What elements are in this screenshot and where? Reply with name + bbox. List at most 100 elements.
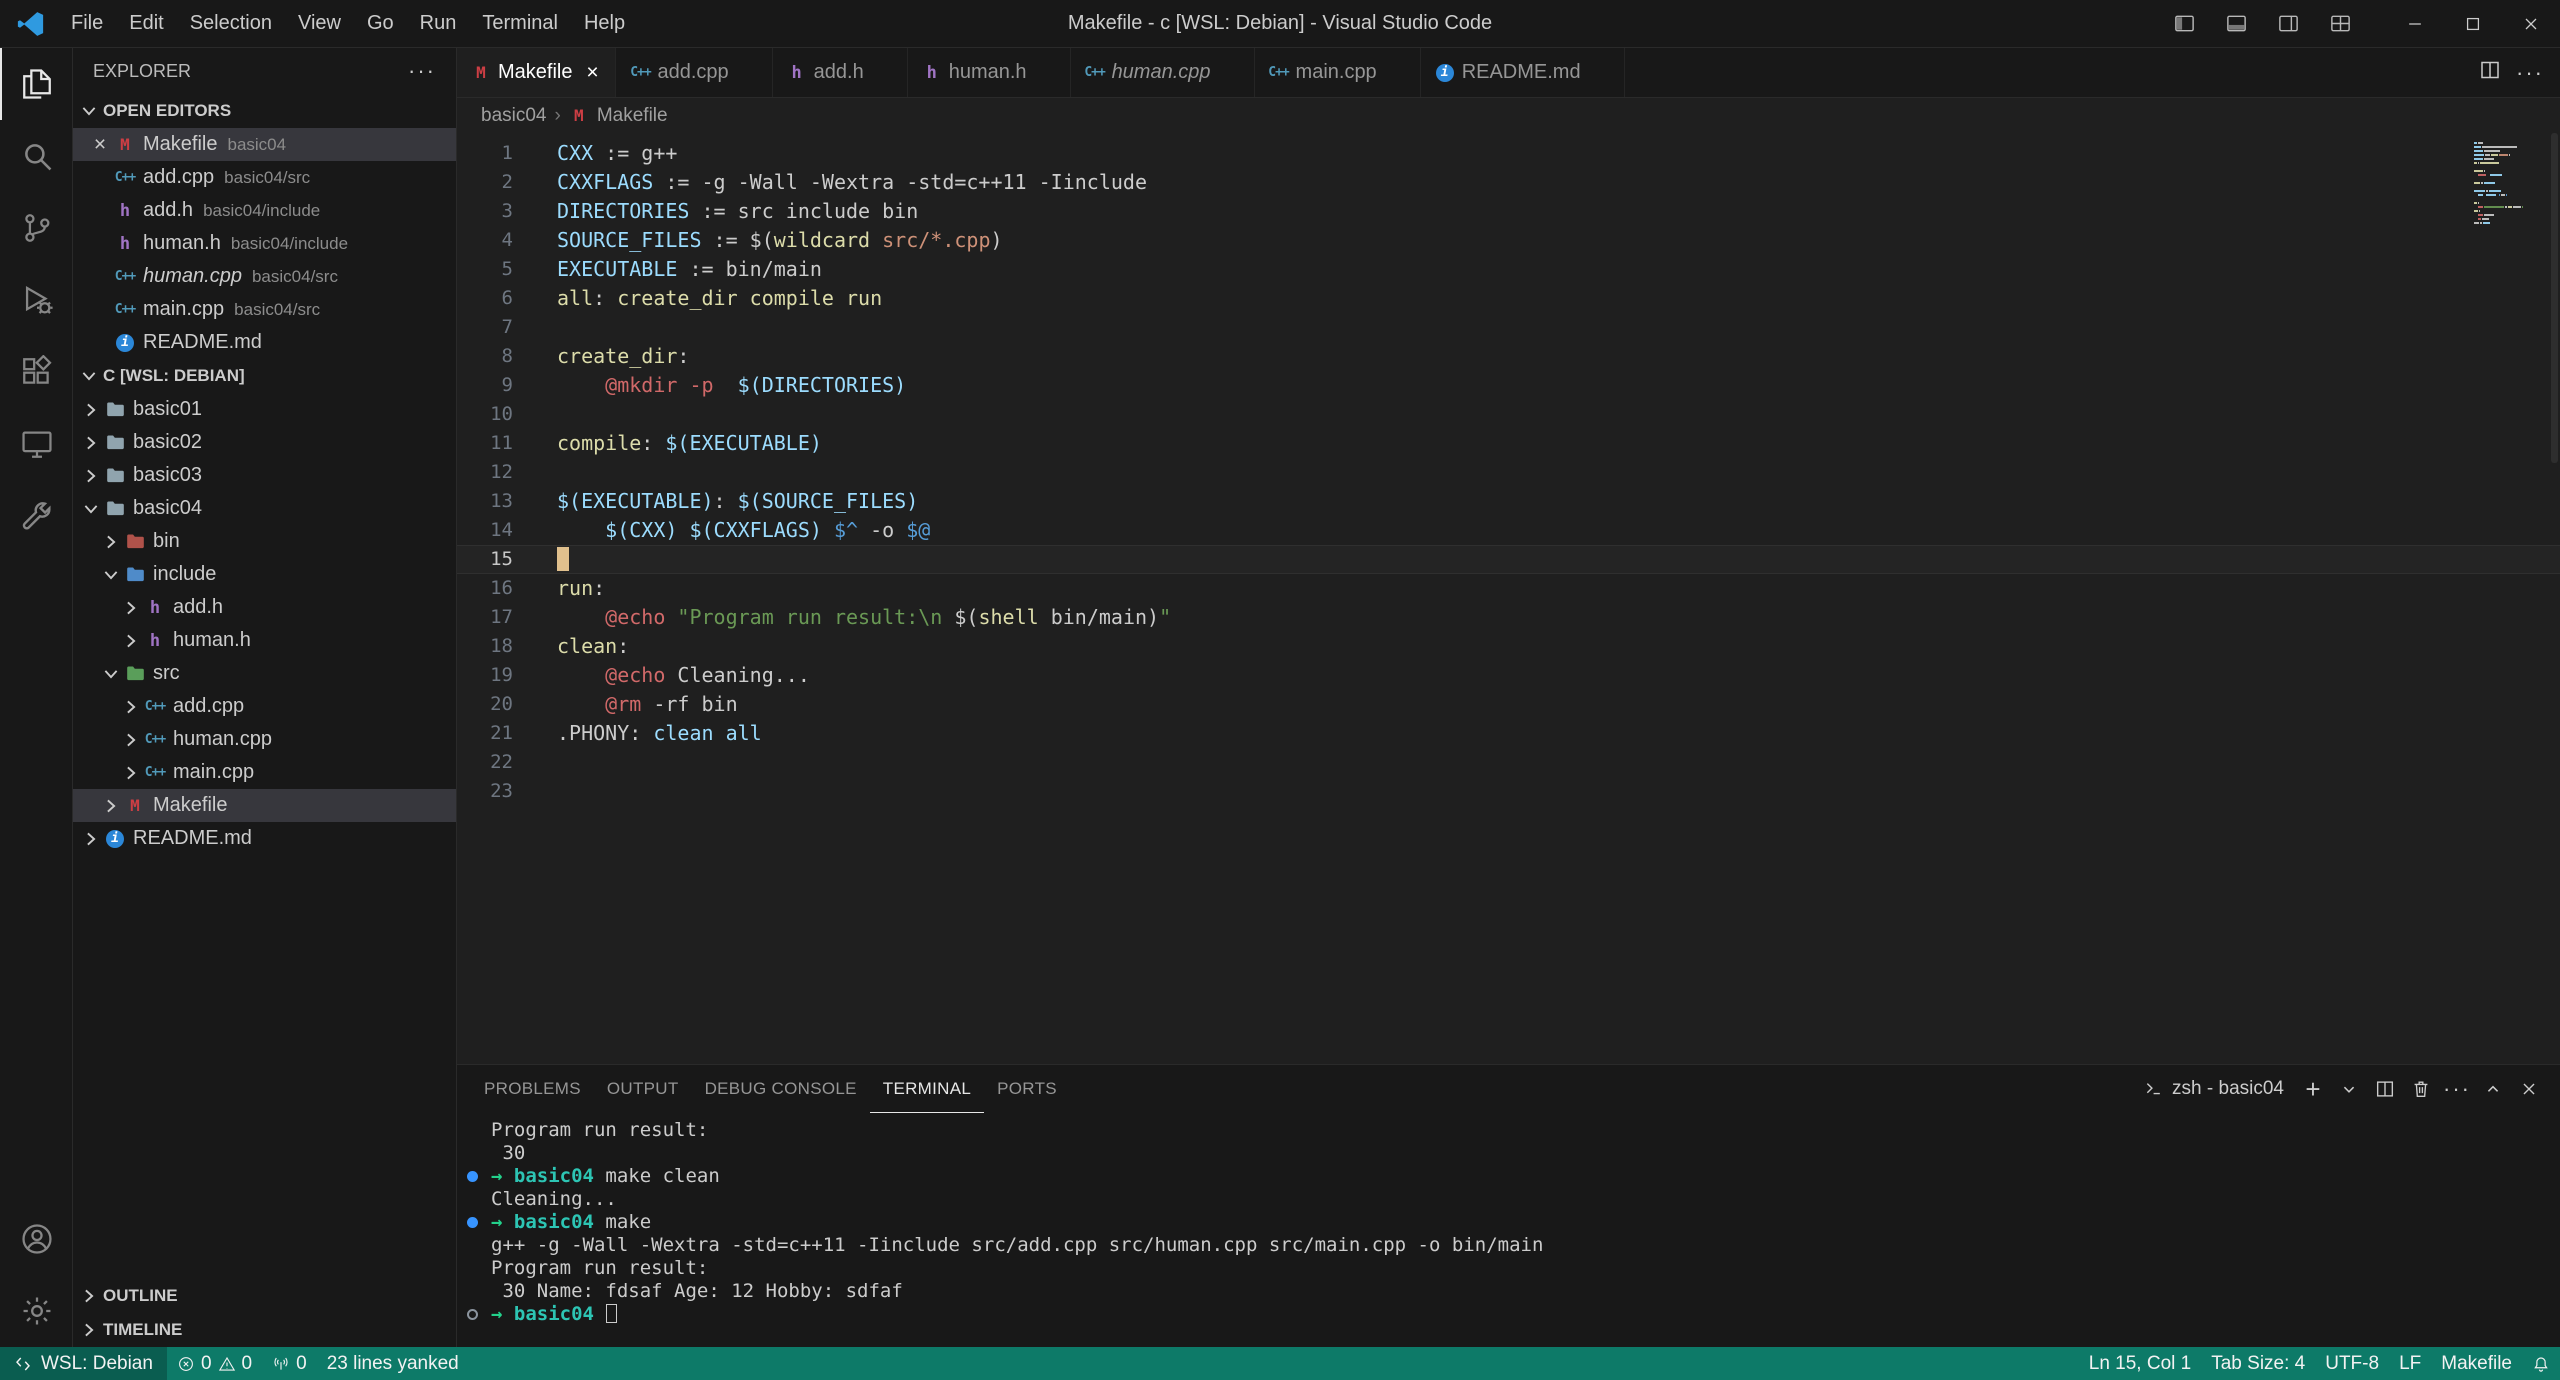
toggle-sidebar-icon[interactable] (2162, 4, 2206, 44)
open-editor-add.h[interactable]: hadd.hbasic04/include (73, 194, 456, 227)
more-actions-icon[interactable]: ··· (408, 58, 436, 84)
folder-basic01[interactable]: basic01 (73, 393, 456, 426)
search-icon[interactable] (0, 120, 72, 192)
tab-add.cpp[interactable]: C++add.cpp (616, 48, 772, 97)
terminal-dropdown-icon[interactable] (2332, 1072, 2366, 1106)
code-line-12[interactable]: 12 (457, 458, 2560, 487)
tab-Makefile[interactable]: MMakefile× (457, 48, 616, 97)
tab-human.cpp[interactable]: C++human.cpp (1071, 48, 1255, 97)
open-editor-README.md[interactable]: iREADME.md (73, 326, 456, 359)
timeline-header[interactable]: TIMELINE (73, 1313, 456, 1347)
run-debug-icon[interactable] (0, 264, 72, 336)
menu-view[interactable]: View (285, 6, 354, 41)
editor-scrollbar[interactable] (2548, 133, 2560, 1064)
kill-terminal-icon[interactable] (2404, 1072, 2438, 1106)
open-editor-main.cpp[interactable]: C++main.cppbasic04/src (73, 293, 456, 326)
code-line-17[interactable]: 17 @echo "Program run result:\n $(shell … (457, 603, 2560, 632)
terminal-select[interactable]: zsh - basic04 (2144, 1078, 2284, 1100)
tab-human.h[interactable]: hhuman.h (908, 48, 1071, 97)
source-control-icon[interactable] (0, 192, 72, 264)
code-line-8[interactable]: 8create_dir: (457, 342, 2560, 371)
maximize-icon[interactable] (2444, 0, 2502, 48)
panel-tab-debug-console[interactable]: DEBUG CONSOLE (692, 1065, 870, 1113)
code-line-13[interactable]: 13$(EXECUTABLE): $(SOURCE_FILES) (457, 487, 2560, 516)
ports-status[interactable]: 0 (262, 1347, 317, 1380)
code-line-7[interactable]: 7 (457, 313, 2560, 342)
code-line-16[interactable]: 16run: (457, 574, 2560, 603)
tab-add.h[interactable]: hadd.h (773, 48, 908, 97)
code-editor[interactable]: 1CXX := g++2CXXFLAGS := -g -Wall -Wextra… (457, 133, 2560, 1064)
panel-tab-ports[interactable]: PORTS (984, 1065, 1070, 1113)
remote-indicator[interactable]: WSL: Debian (0, 1347, 167, 1380)
open-editors-header[interactable]: OPEN EDITORS (73, 94, 456, 128)
toggle-panel-icon[interactable] (2214, 4, 2258, 44)
code-line-2[interactable]: 2CXXFLAGS := -g -Wall -Wextra -std=c++11… (457, 168, 2560, 197)
code-line-14[interactable]: 14 $(CXX) $(CXXFLAGS) $^ -o $@ (457, 516, 2560, 545)
menu-help[interactable]: Help (571, 6, 638, 41)
toggle-secondary-sidebar-icon[interactable] (2266, 4, 2310, 44)
eol-sequence[interactable]: LF (2389, 1347, 2431, 1380)
file-add.h[interactable]: hadd.h (73, 591, 456, 624)
code-line-23[interactable]: 23 (457, 777, 2560, 806)
terminal[interactable]: Program run result: 30→ basic04 make cle… (457, 1113, 2560, 1347)
menu-edit[interactable]: Edit (116, 6, 176, 41)
folder-basic02[interactable]: basic02 (73, 426, 456, 459)
open-editor-human.h[interactable]: hhuman.hbasic04/include (73, 227, 456, 260)
remote-explorer-icon[interactable] (0, 408, 72, 480)
cursor-position[interactable]: Ln 15, Col 1 (2079, 1347, 2201, 1380)
tab-README.md[interactable]: iREADME.md (1421, 48, 1625, 97)
close-icon[interactable]: × (87, 133, 113, 157)
tab-main.cpp[interactable]: C++main.cpp (1255, 48, 1421, 97)
panel-tab-problems[interactable]: PROBLEMS (471, 1065, 594, 1113)
notifications-bell-icon[interactable] (2522, 1347, 2560, 1380)
menu-run[interactable]: Run (407, 6, 470, 41)
file-README.md[interactable]: iREADME.md (73, 822, 456, 855)
folder-bin[interactable]: bin (73, 525, 456, 558)
menu-selection[interactable]: Selection (177, 6, 285, 41)
workspace-header[interactable]: C [WSL: DEBIAN] (73, 359, 456, 393)
split-terminal-icon[interactable] (2368, 1072, 2402, 1106)
code-line-15[interactable]: 15 (457, 545, 2560, 574)
command-decoration-icon[interactable] (467, 1171, 478, 1182)
file-human.cpp[interactable]: C++human.cpp (73, 723, 456, 756)
code-line-5[interactable]: 5EXECUTABLE := bin/main (457, 255, 2560, 284)
more-actions-icon[interactable]: ··· (2440, 1072, 2474, 1106)
open-editor-human.cpp[interactable]: C++human.cppbasic04/src (73, 260, 456, 293)
tools-icon[interactable] (0, 480, 72, 552)
file-main.cpp[interactable]: C++main.cpp (73, 756, 456, 789)
settings-gear-icon[interactable] (0, 1275, 72, 1347)
panel-tab-output[interactable]: OUTPUT (594, 1065, 692, 1113)
folder-basic04[interactable]: basic04 (73, 492, 456, 525)
indentation[interactable]: Tab Size: 4 (2201, 1347, 2315, 1380)
command-decoration-icon[interactable] (467, 1309, 478, 1320)
split-editor-icon[interactable] (2478, 58, 2502, 88)
open-editor-add.cpp[interactable]: C++add.cppbasic04/src (73, 161, 456, 194)
menu-go[interactable]: Go (354, 6, 407, 41)
breadcrumb-folder[interactable]: basic04 (481, 105, 547, 127)
command-decoration-icon[interactable] (467, 1217, 478, 1228)
code-line-6[interactable]: 6all: create_dir compile run (457, 284, 2560, 313)
explorer-icon[interactable] (0, 48, 72, 120)
code-line-9[interactable]: 9 @mkdir -p $(DIRECTORIES) (457, 371, 2560, 400)
breadcrumb-file[interactable]: Makefile (597, 105, 668, 127)
code-line-21[interactable]: 21.PHONY: clean all (457, 719, 2560, 748)
code-line-4[interactable]: 4SOURCE_FILES := $(wildcard src/*.cpp) (457, 226, 2560, 255)
code-line-1[interactable]: 1CXX := g++ (457, 139, 2560, 168)
file-add.cpp[interactable]: C++add.cpp (73, 690, 456, 723)
file-Makefile[interactable]: MMakefile (73, 789, 456, 822)
file-human.h[interactable]: hhuman.h (73, 624, 456, 657)
scrollbar-thumb[interactable] (2551, 133, 2558, 463)
encoding[interactable]: UTF-8 (2315, 1347, 2389, 1380)
new-terminal-icon[interactable]: + (2296, 1072, 2330, 1106)
folder-src[interactable]: src (73, 657, 456, 690)
minimize-icon[interactable] (2386, 0, 2444, 48)
maximize-panel-icon[interactable] (2476, 1072, 2510, 1106)
extensions-icon[interactable] (0, 336, 72, 408)
outline-header[interactable]: OUTLINE (73, 1279, 456, 1313)
close-panel-icon[interactable] (2512, 1072, 2546, 1106)
language-mode[interactable]: Makefile (2431, 1347, 2522, 1380)
minimap[interactable] (2474, 141, 2540, 233)
menu-file[interactable]: File (58, 6, 116, 41)
close-icon[interactable]: × (581, 61, 603, 85)
folder-basic03[interactable]: basic03 (73, 459, 456, 492)
